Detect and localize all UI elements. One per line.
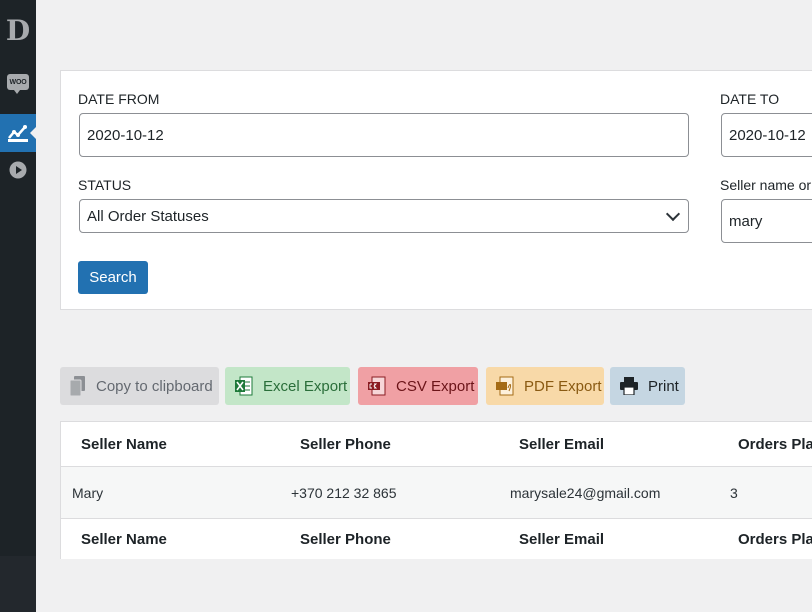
- date-to-value: 2020-10-12: [729, 126, 806, 144]
- csv-icon: [368, 376, 386, 396]
- excel-icon: [235, 376, 253, 396]
- cell-seller-name: Mary: [72, 484, 104, 501]
- dokan-logo-menu-item[interactable]: D: [0, 12, 36, 50]
- filter-panel: DATE FROM 2020-10-12 DATE TO 2020-10-12 …: [60, 70, 812, 310]
- table-footer-row: Seller Name Seller Phone Seller Email Or…: [61, 519, 812, 559]
- cell-seller-email: marysale24@gmail.com: [510, 484, 661, 501]
- column-header-seller-phone[interactable]: Seller Phone: [300, 422, 391, 466]
- excel-export-button[interactable]: Excel Export: [225, 367, 350, 405]
- admin-sidebar: D WOO: [0, 0, 36, 556]
- cell-seller-phone: +370 212 32 865: [291, 484, 397, 501]
- date-to-input[interactable]: 2020-10-12: [721, 113, 812, 157]
- analytics-icon: [8, 125, 28, 142]
- search-button[interactable]: Search: [78, 261, 148, 294]
- csv-export-label: CSV Export: [396, 377, 475, 395]
- footer-header-seller-phone: Seller Phone: [300, 530, 391, 548]
- column-header-seller-name[interactable]: Seller Name: [81, 422, 167, 466]
- woocommerce-icon: WOO: [7, 74, 29, 94]
- column-header-orders-placed[interactable]: Orders Pla: [738, 422, 812, 466]
- sidebar-footer: [0, 556, 36, 612]
- date-from-input[interactable]: 2020-10-12: [79, 113, 689, 157]
- play-circle-icon: [9, 161, 27, 179]
- status-select[interactable]: All Order Statuses: [79, 199, 689, 233]
- csv-export-button[interactable]: CSV Export: [358, 367, 478, 405]
- print-button[interactable]: Print: [610, 367, 685, 405]
- footer-header-seller-email: Seller Email: [519, 530, 605, 548]
- chevron-down-icon: [665, 206, 681, 222]
- footer-header-orders-placed: Orders Pla: [738, 530, 812, 548]
- status-label: STATUS: [78, 177, 132, 193]
- seller-search-label: Seller name or: [720, 177, 812, 193]
- pdf-export-label: PDF Export: [524, 377, 602, 395]
- sellers-table: Seller Name Seller Phone Seller Email Or…: [60, 421, 812, 559]
- analytics-menu-item[interactable]: [0, 114, 36, 152]
- footer-header-seller-name: Seller Name: [81, 530, 167, 548]
- status-value: All Order Statuses: [87, 207, 209, 225]
- excel-export-label: Excel Export: [263, 377, 348, 395]
- cell-orders-placed: 3: [730, 484, 738, 501]
- media-menu-item[interactable]: [0, 154, 36, 186]
- copy-to-clipboard-button[interactable]: Copy to clipboard: [60, 367, 219, 405]
- table-row: Mary +370 212 32 865 marysale24@gmail.co…: [61, 467, 812, 519]
- copy-to-clipboard-label: Copy to clipboard: [96, 377, 213, 395]
- seller-search-value: mary: [729, 212, 763, 230]
- copy-icon: [70, 376, 86, 396]
- print-icon: [620, 377, 638, 395]
- dokan-logo-icon: D: [5, 14, 31, 47]
- date-from-value: 2020-10-12: [87, 126, 164, 144]
- print-label: Print: [648, 377, 679, 395]
- woocommerce-menu-item[interactable]: WOO: [0, 64, 36, 100]
- date-to-label: DATE TO: [720, 91, 780, 107]
- date-from-label: DATE FROM: [78, 91, 160, 107]
- column-header-seller-email[interactable]: Seller Email: [519, 422, 604, 466]
- pdf-icon: [496, 376, 514, 396]
- pdf-export-button[interactable]: PDF Export: [486, 367, 604, 405]
- seller-search-input[interactable]: mary: [721, 199, 812, 243]
- table-header-row: Seller Name Seller Phone Seller Email Or…: [61, 422, 812, 467]
